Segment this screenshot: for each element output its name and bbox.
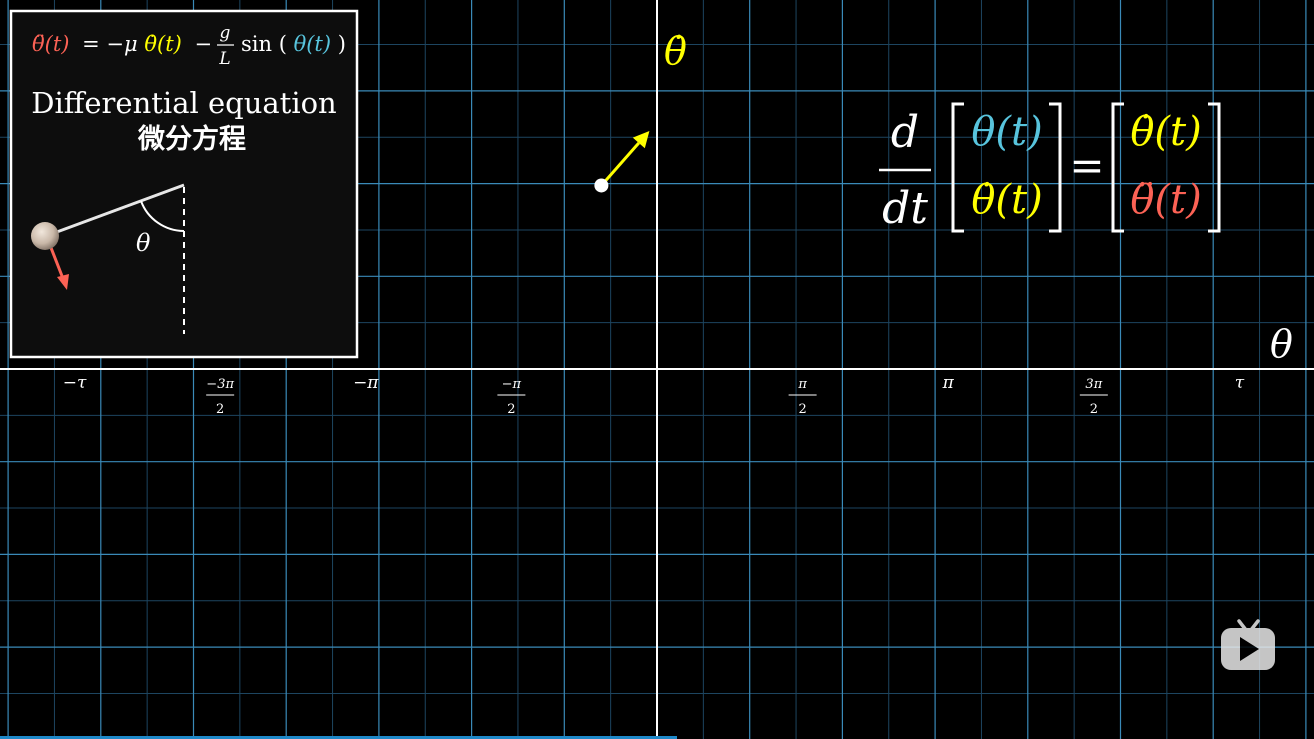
- left-vector-theta-dot: θ̇(t): [971, 177, 1042, 223]
- equals-minus-mu: = −μ: [82, 32, 138, 56]
- x-tick-denominator: 2: [216, 402, 224, 417]
- x-tick-label: τ: [1235, 373, 1245, 393]
- x-tick-denominator: 2: [507, 402, 515, 417]
- x-tick-numerator: π: [797, 377, 807, 392]
- theta-dot-term: θ̇(t): [144, 32, 181, 56]
- x-tick-label: −τ: [63, 373, 87, 393]
- x-tick-label: −π: [353, 373, 379, 393]
- right-vector-theta-dot: θ̇(t): [1130, 109, 1201, 155]
- left-vector-theta: θ(t): [971, 109, 1042, 155]
- x-axis-label: θ: [1270, 322, 1293, 366]
- sin-close: ): [338, 32, 346, 56]
- y-axis-label: θ̇: [664, 29, 687, 73]
- right-vector-theta-ddot: θ̈(t): [1130, 177, 1201, 223]
- equation-panel: θ̈(t) = −μ θ̇(t) − g L sin ( θ(t) ) Diff…: [9, 9, 359, 359]
- sin-open: sin (: [241, 32, 287, 56]
- panel-title-chinese: 微分方程: [137, 123, 246, 155]
- x-tick-value: τ: [1235, 373, 1245, 393]
- equation-panel-frame: [9, 9, 359, 359]
- sin-term: sin ( θ(t) ): [241, 32, 346, 56]
- phase-space-scene: −τ −3π 2 −π −π 2 π 2 π 3π 2 τ θ θ̇ θ̈(t) = −μ θ̇(t)…: [0, 0, 1314, 739]
- x-tick-label: π: [942, 373, 955, 393]
- x-tick-numerator: 3π: [1085, 377, 1102, 392]
- l-denominator: L: [218, 49, 230, 69]
- x-tick-numerator: −3π: [206, 377, 234, 392]
- state-point: [594, 178, 609, 193]
- x-tick-value: −π: [353, 373, 379, 393]
- equals-sign: =: [1069, 141, 1104, 190]
- bilibili-tv-icon[interactable]: [1221, 619, 1275, 670]
- angle-label: θ: [136, 229, 151, 257]
- x-tick-numerator: −π: [502, 377, 522, 392]
- ode-equation: θ̈(t) = −μ θ̇(t) −: [32, 32, 212, 56]
- panel-title-english: Differential equation: [31, 86, 336, 120]
- theta-ddot-term: θ̈(t): [32, 32, 69, 56]
- sin-argument: θ(t): [294, 32, 331, 56]
- g-numerator: g: [220, 23, 231, 43]
- x-tick-denominator: 2: [1090, 402, 1098, 417]
- derivative-dt: dt: [882, 183, 928, 234]
- derivative-d: d: [891, 107, 919, 158]
- x-tick-value: π: [942, 373, 955, 393]
- pendulum-bob: [31, 222, 59, 250]
- minus-sign: −: [195, 32, 213, 56]
- x-tick-value: −τ: [63, 373, 87, 393]
- x-tick-denominator: 2: [798, 402, 806, 417]
